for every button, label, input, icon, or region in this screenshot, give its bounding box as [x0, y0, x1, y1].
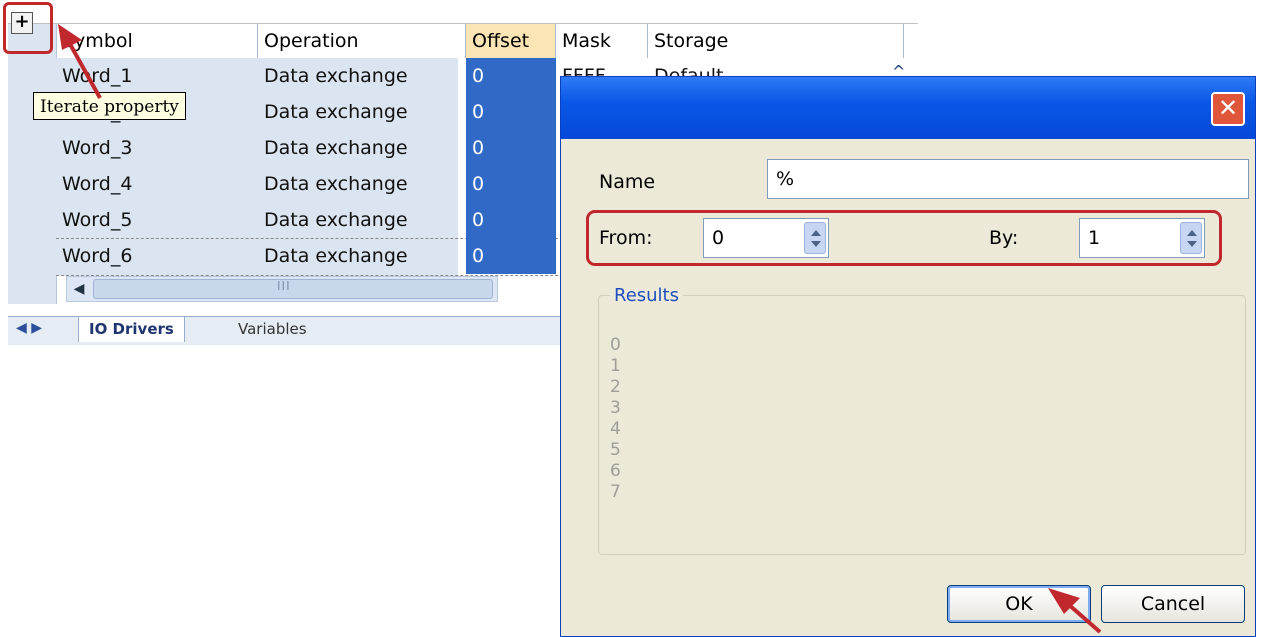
cell-offset[interactable]: 0 [466, 238, 556, 274]
cell-symbol[interactable]: Word_3 [56, 130, 258, 166]
cell-operation[interactable]: Data exchange [258, 130, 466, 166]
cell-operation[interactable]: Data exchange [258, 202, 466, 238]
column-header-offset[interactable]: Offset [466, 24, 556, 58]
result-item: 6 [610, 461, 621, 481]
cell-symbol[interactable]: Word_4 [56, 166, 258, 202]
close-icon[interactable]: ✕ [1211, 92, 1245, 126]
result-item: 7 [610, 482, 621, 502]
tab-io-drivers[interactable]: IO Drivers [78, 317, 185, 342]
scroll-thumb[interactable] [93, 279, 493, 299]
results-group [598, 295, 1246, 555]
cancel-button[interactable]: Cancel [1101, 585, 1245, 623]
cell-symbol[interactable]: Word_6 [56, 238, 258, 274]
highlight-box [3, 2, 53, 54]
name-field[interactable]: % [767, 159, 1249, 199]
results-label: Results [610, 285, 683, 306]
column-header-symbol[interactable]: Symbol [56, 24, 258, 58]
iterate-property-dialog: ✕ Name % From: 0 By: 1 Results 0 1 2 3 4… [560, 76, 1256, 637]
name-label: Name [599, 171, 656, 193]
column-header-storage[interactable]: Storage [648, 24, 904, 58]
column-header-operation[interactable]: Operation [258, 24, 466, 58]
scroll-left-icon[interactable]: ◀ [69, 279, 89, 299]
cell-offset[interactable]: 0 [466, 130, 556, 166]
cell-offset[interactable]: 0 [466, 202, 556, 238]
horizontal-scrollbar[interactable]: ◀ III [66, 276, 498, 302]
cell-operation[interactable]: Data exchange [258, 58, 466, 94]
cell-operation[interactable]: Data exchange [258, 238, 466, 274]
cell-symbol[interactable]: Word_1 [56, 58, 258, 94]
dialog-titlebar[interactable] [561, 77, 1255, 139]
cell-offset[interactable]: 0 [466, 58, 556, 94]
ok-button[interactable]: OK [947, 585, 1091, 623]
result-item: 2 [610, 377, 621, 397]
scroll-grip-icon: III [277, 279, 291, 293]
row-header-column [8, 24, 57, 304]
tab-variables[interactable]: Variables [228, 317, 317, 342]
cell-symbol[interactable]: Word_5 [56, 202, 258, 238]
column-header-mask[interactable]: Mask [556, 24, 648, 58]
result-item: 3 [610, 398, 621, 418]
cell-operation[interactable]: Data exchange [258, 94, 466, 130]
result-item: 0 [610, 335, 621, 355]
iterate-property-tooltip: Iterate property [33, 92, 186, 120]
cell-offset[interactable]: 0 [466, 166, 556, 202]
result-item: 5 [610, 440, 621, 460]
highlight-box [586, 210, 1222, 266]
result-item: 4 [610, 419, 621, 439]
tab-nav-arrows-icon[interactable]: ◀ ▶ [16, 320, 42, 336]
cell-operation[interactable]: Data exchange [258, 166, 466, 202]
result-item: 1 [610, 356, 621, 376]
cell-offset[interactable]: 0 [466, 94, 556, 130]
